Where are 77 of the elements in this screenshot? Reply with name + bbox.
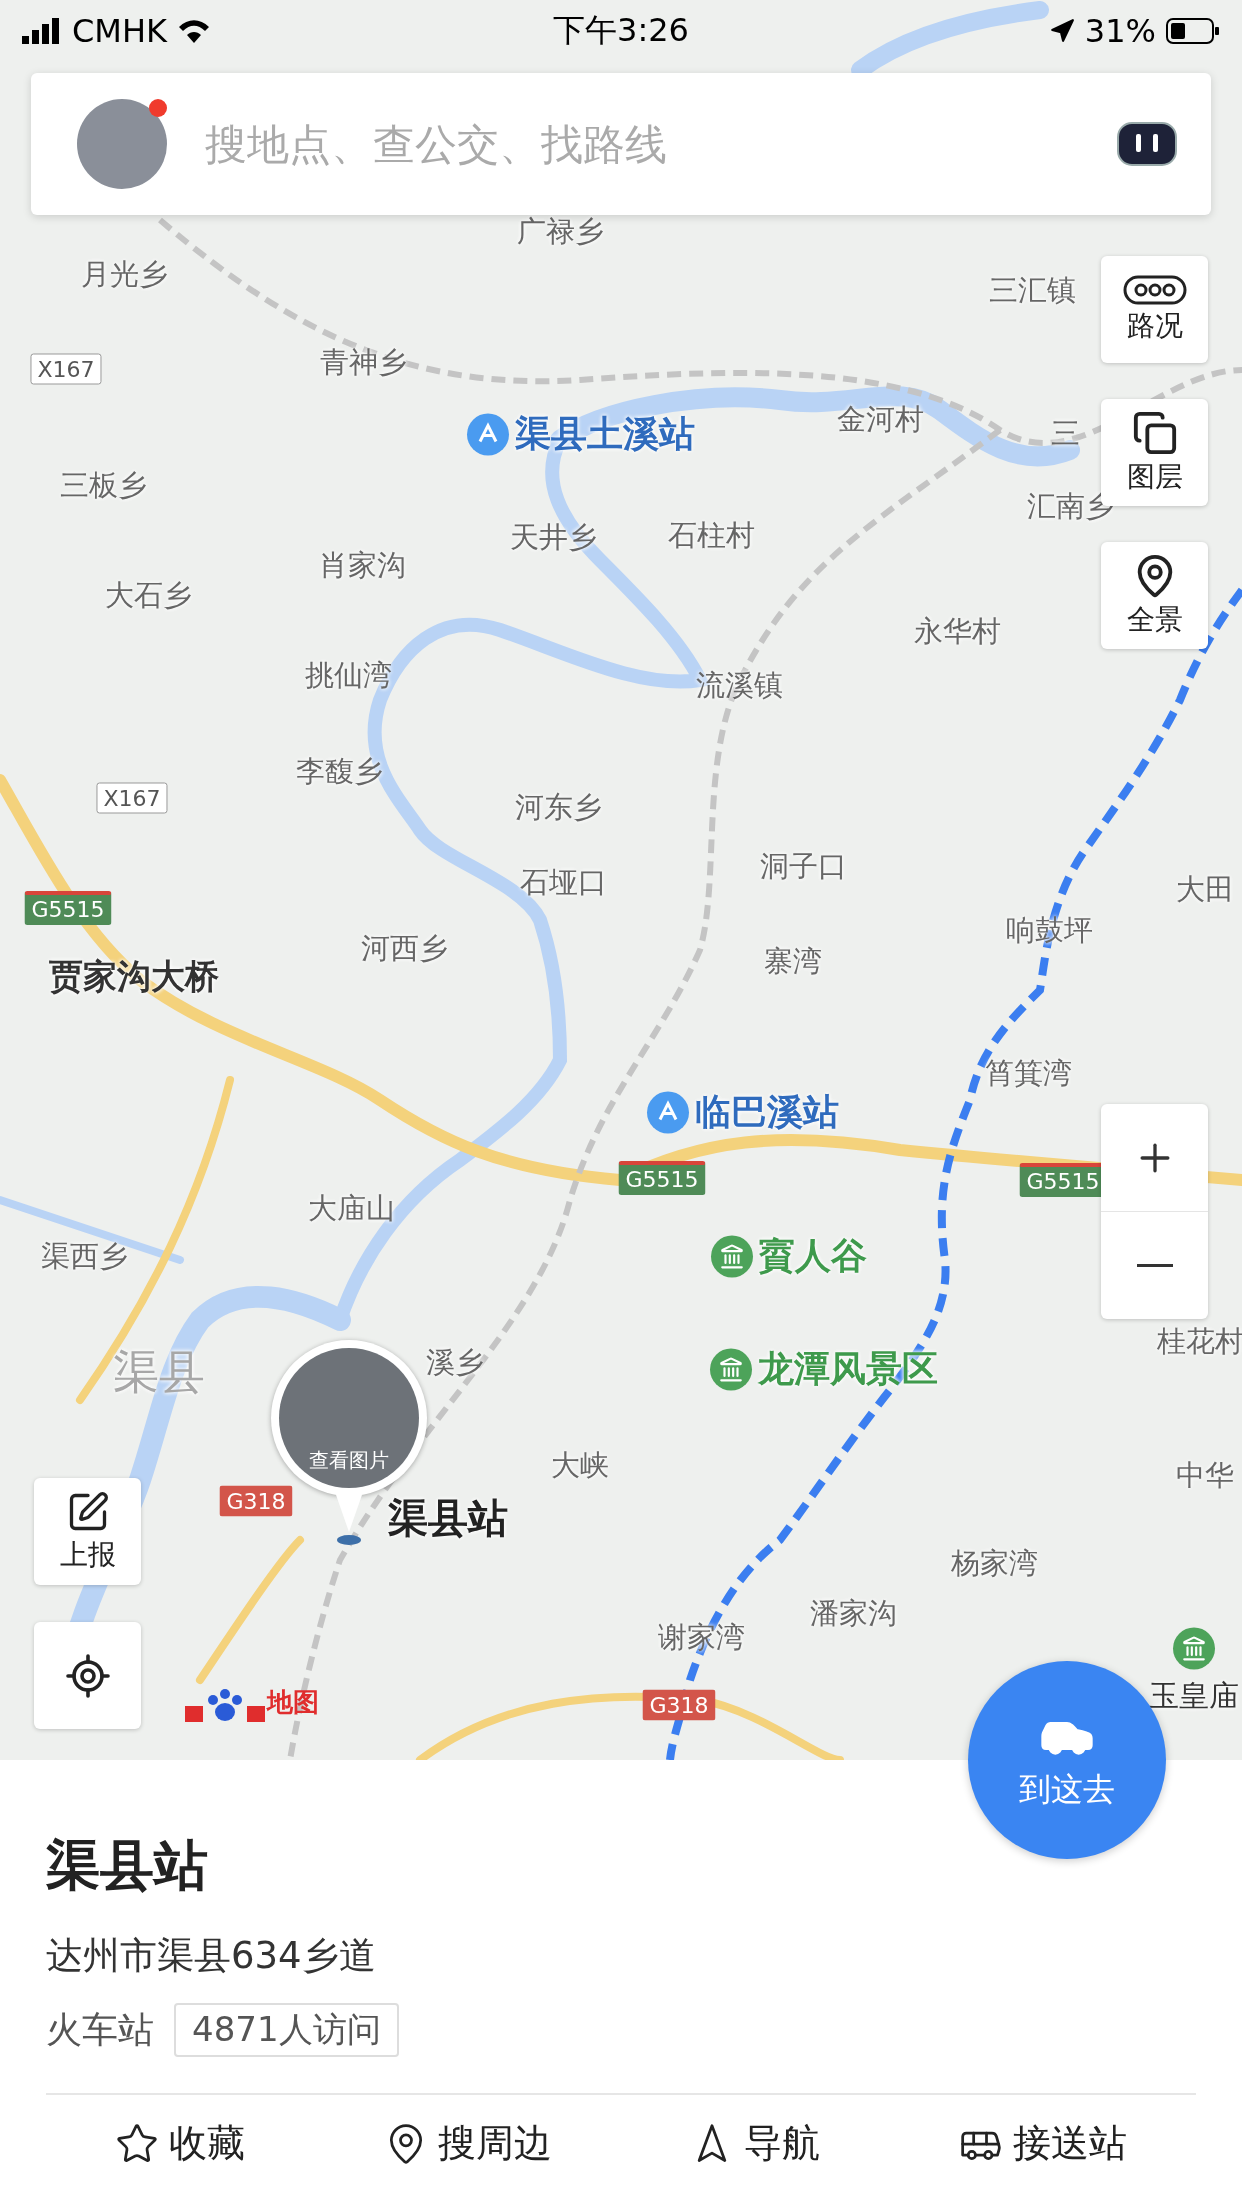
place-label: 青神乡: [319, 344, 407, 381]
place-label: 渠县: [113, 1344, 205, 1401]
place-label: 广禄乡: [516, 213, 604, 250]
locate-button[interactable]: [34, 1622, 141, 1729]
place-label: 筲箕湾: [984, 1055, 1072, 1092]
battery-percentage: 31%: [1084, 12, 1156, 50]
place-label: 挑仙湾: [304, 657, 392, 694]
place-label: 中华: [1176, 1457, 1234, 1494]
place-label: 肖家沟: [318, 547, 406, 584]
place-label: 石柱村: [667, 517, 755, 554]
logo-text: 地图: [267, 1685, 319, 1719]
report-button[interactable]: 上报: [34, 1478, 141, 1585]
place-label: 大庙山: [307, 1190, 395, 1227]
place-label: 李馥乡: [295, 753, 383, 790]
carrier-name: CMHK: [72, 12, 167, 50]
scenic-label: 龙潭风景区: [758, 1346, 938, 1391]
assistant-icon[interactable]: [1117, 122, 1177, 166]
action-button[interactable]: 收藏: [115, 2118, 246, 2169]
place-label: 河东乡: [514, 789, 602, 826]
place-label: 潘家沟: [809, 1595, 897, 1632]
visit-count-tag: 4871人访问: [174, 2003, 399, 2057]
minus-icon: [1136, 1264, 1173, 1267]
action-button[interactable]: 搜周边: [383, 2118, 552, 2169]
place-label: 杨家湾: [950, 1545, 1038, 1582]
place-label: 响鼓坪: [1005, 912, 1093, 949]
traffic-icon: [1122, 274, 1187, 305]
road-number-sign: G318: [219, 1485, 293, 1517]
selected-place-label: 渠县站: [388, 1493, 508, 1543]
place-label: 河西乡: [360, 930, 448, 967]
place-label: 流溪镇: [695, 667, 783, 704]
station-label: 临巴溪站: [695, 1089, 839, 1134]
place-label: 大峡: [551, 1447, 609, 1484]
clock-time: 下午3:26: [553, 10, 689, 51]
station-label: 渠县土溪站: [515, 411, 695, 456]
road-number-sign: G5515: [24, 891, 112, 925]
action-button[interactable]: 接送站: [958, 2118, 1127, 2169]
place-address: 达州市渠县634乡道: [46, 1933, 377, 1979]
search-field[interactable]: 搜地点、查公交、找路线: [203, 118, 1081, 170]
scenic-label: 賨人谷: [759, 1233, 867, 1278]
battery-icon: [1166, 18, 1220, 44]
locate-icon: [63, 1651, 112, 1700]
place-label: 月光乡: [80, 256, 168, 293]
map-control-button[interactable]: 路况: [1101, 256, 1208, 363]
place-label: 大田: [1176, 871, 1234, 908]
view-photos-caption: 查看图片: [309, 1447, 389, 1474]
action-button[interactable]: 导航: [690, 2118, 821, 2169]
place-label: 永华村: [913, 613, 1001, 650]
landmark-icon: [710, 1348, 752, 1390]
road-number-sign: G5515: [618, 1161, 706, 1195]
place-label: 大石乡: [104, 577, 192, 614]
wifi-icon: [177, 18, 211, 44]
place-label: 溪乡: [426, 1344, 484, 1381]
search-bar[interactable]: 搜地点、查公交、找路线: [31, 73, 1211, 215]
place-label: 金河村: [836, 401, 924, 438]
place-title: 渠县站: [46, 1833, 209, 1899]
location-arrow-icon: [1048, 18, 1075, 44]
map-control-button[interactable]: 全景: [1101, 542, 1208, 649]
road-number-sign: X167: [30, 353, 102, 385]
place-label: 谢家湾: [657, 1619, 745, 1656]
place-label: 三汇镇: [988, 272, 1076, 309]
signal-icon: [22, 18, 62, 44]
place-label: 三: [1050, 415, 1080, 452]
place-label: 洞子口: [759, 848, 847, 885]
place-label: 桂花村: [1156, 1323, 1242, 1360]
road-number-sign: G318: [642, 1689, 716, 1721]
place-category: 火车站: [46, 2007, 154, 2052]
place-label: 渠西乡: [40, 1238, 128, 1275]
place-label: 贾家沟大桥: [49, 955, 219, 998]
landmark-icon: [711, 1235, 753, 1277]
place-label: 石垭口: [519, 864, 607, 901]
place-label: 三板乡: [59, 467, 147, 504]
place-label: 天井乡: [509, 519, 597, 556]
map-view[interactable]: [0, 0, 1242, 1760]
road-number-sign: X167: [96, 782, 168, 814]
layers-icon: [1131, 409, 1178, 456]
place-label: 寨湾: [764, 943, 822, 980]
landmark-icon: [1173, 1627, 1215, 1670]
